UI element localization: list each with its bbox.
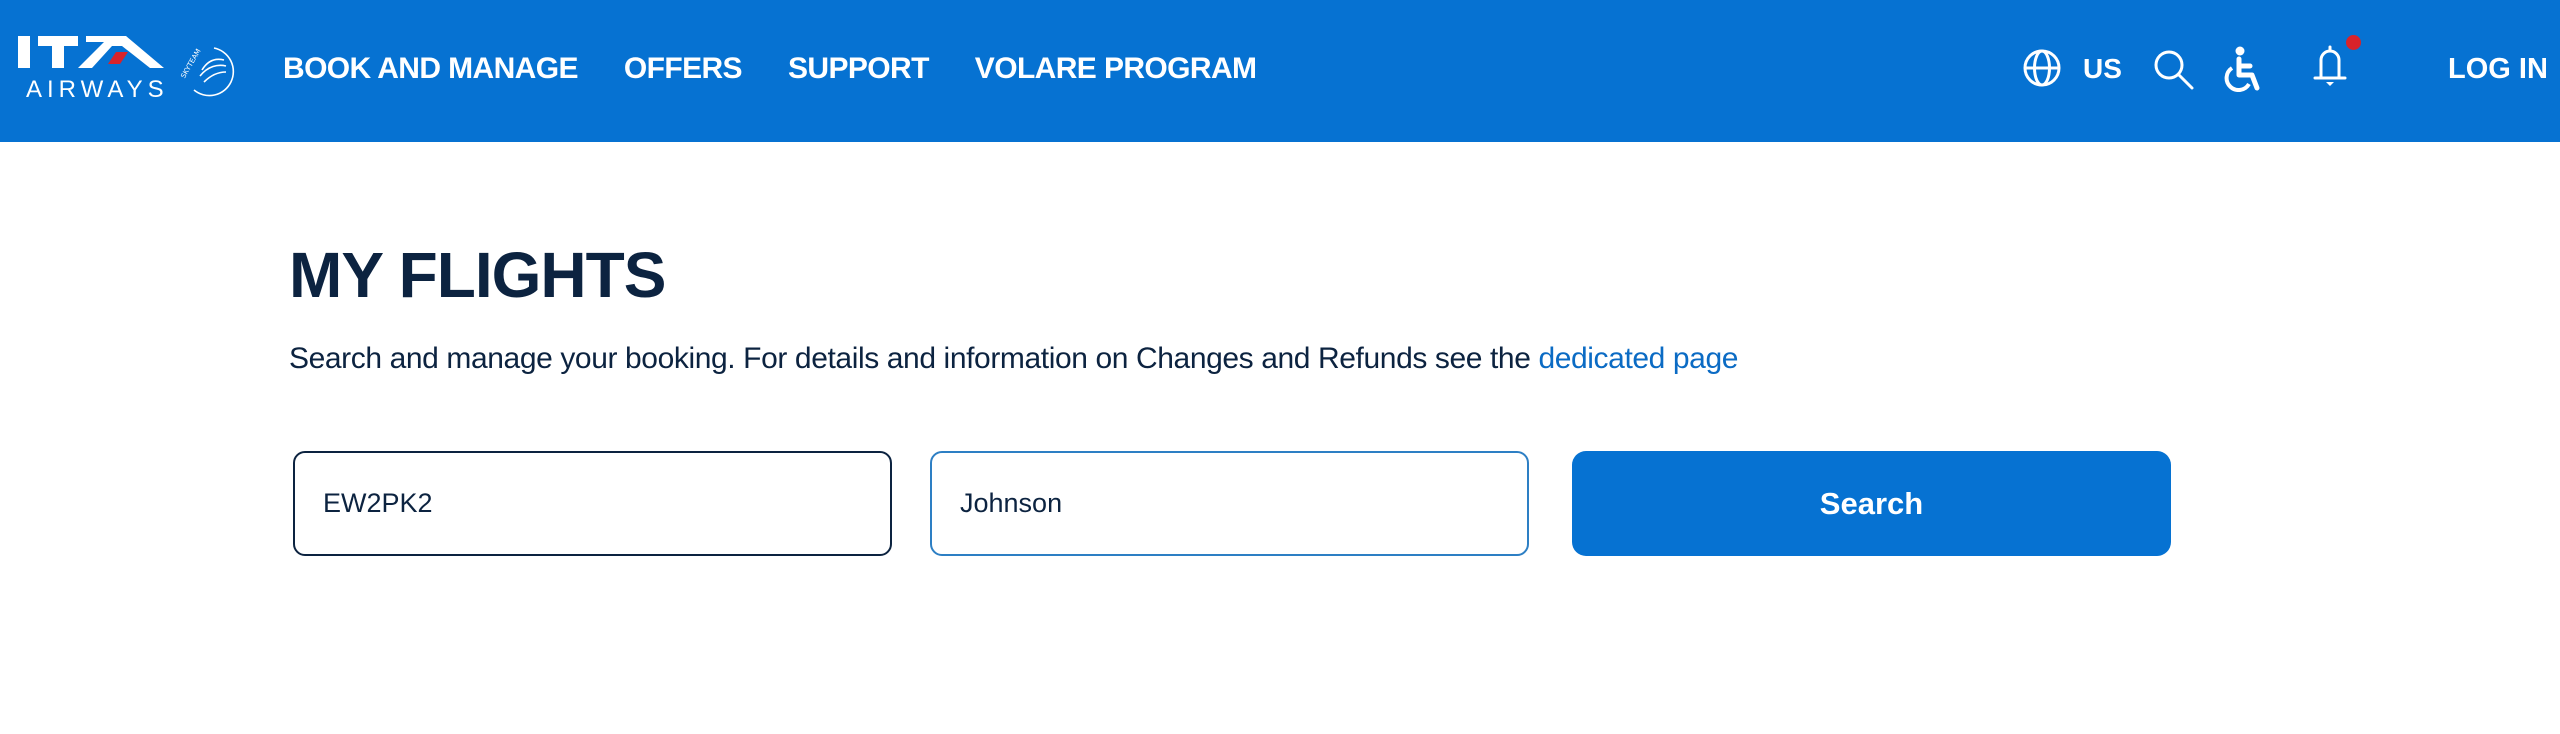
login-link[interactable]: LOG IN [2448, 53, 2548, 86]
notification-badge [2346, 35, 2361, 50]
header-tools: US LOG IN [0, 0, 2560, 142]
page-title: MY FLIGHTS [289, 239, 666, 311]
last-name-field[interactable] [930, 451, 1529, 556]
booking-code-field[interactable] [293, 451, 892, 556]
dedicated-page-link[interactable]: dedicated page [1538, 342, 1738, 375]
globe-icon[interactable] [2022, 48, 2062, 88]
accessibility-icon[interactable] [2222, 46, 2264, 92]
search-icon[interactable] [2152, 48, 2196, 92]
language-selector[interactable]: US [2083, 53, 2122, 85]
description-text: Search and manage your booking. For deta… [289, 342, 1539, 375]
top-navigation-bar: AIRWAYS SKYTEAM BOOK AND MANAGE OFFERS S… [0, 0, 2560, 142]
last-name-input[interactable] [960, 453, 1527, 554]
booking-code-input[interactable] [323, 453, 890, 554]
search-button[interactable]: Search [1572, 451, 2171, 556]
bell-icon[interactable] [2312, 44, 2348, 88]
page-description: Search and manage your booking. For deta… [289, 342, 1738, 376]
